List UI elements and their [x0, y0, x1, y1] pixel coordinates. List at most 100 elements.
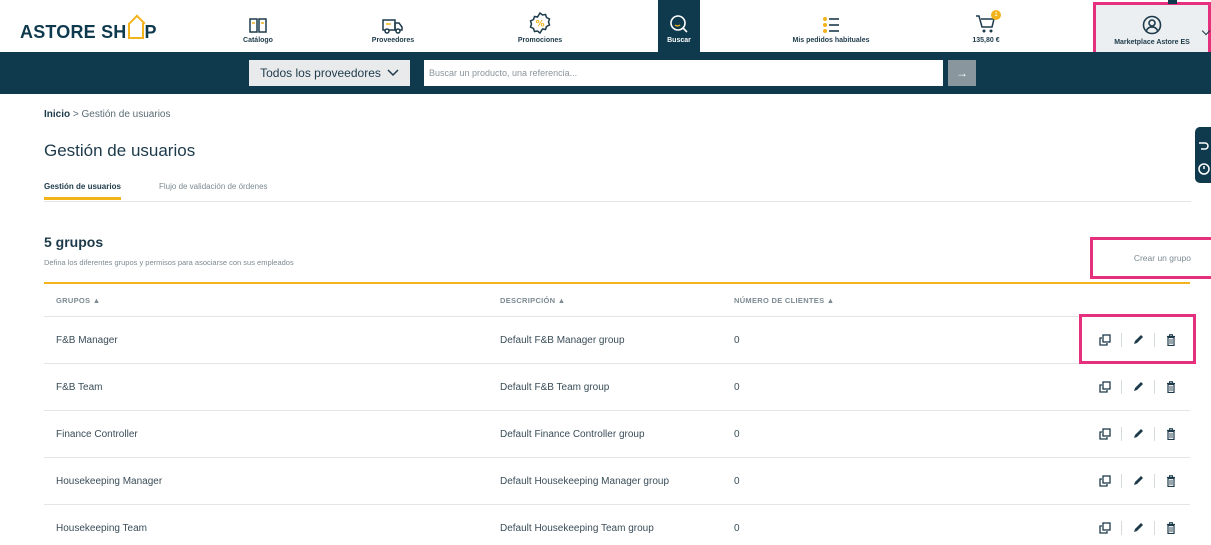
column-header-grupos[interactable]: GRUPOS ▲ [56, 296, 100, 305]
row-actions [1098, 472, 1178, 490]
nav-buscar[interactable]: Buscar [658, 0, 700, 52]
trash-icon[interactable] [1164, 474, 1178, 488]
trash-icon[interactable] [1164, 521, 1178, 535]
edit-pencil-icon[interactable] [1131, 427, 1145, 441]
action-divider [1154, 333, 1155, 347]
user-circle-icon [1142, 15, 1162, 35]
table-row: Housekeeping Manager Default Housekeepin… [44, 458, 1190, 505]
copy-icon[interactable] [1098, 521, 1112, 535]
page-title: Gestión de usuarios [44, 141, 196, 160]
percent-badge-icon: % [529, 12, 551, 34]
action-divider [1121, 521, 1122, 535]
nav-proveedores[interactable]: Proveedores [358, 0, 428, 52]
action-divider [1154, 474, 1155, 488]
search-icon [670, 15, 688, 33]
groups-count-title: 5 grupos [44, 234, 104, 250]
trash-icon[interactable] [1164, 333, 1178, 347]
arrow-right-icon: → [956, 66, 968, 80]
chevron-down-icon [387, 69, 399, 77]
group-description: Default Housekeeping Team group [500, 523, 654, 534]
edit-pencil-icon[interactable] [1131, 380, 1145, 394]
table-row: Finance Controller Default Finance Contr… [44, 411, 1190, 458]
group-client-count: 0 [734, 429, 740, 440]
breadcrumb: Inicio > Gestión de usuarios [44, 109, 170, 120]
group-name: Finance Controller [56, 429, 138, 440]
nav-proveedores-label: Proveedores [371, 37, 415, 44]
nav-promociones[interactable]: % Promociones [505, 0, 575, 52]
action-divider [1121, 380, 1122, 394]
list-icon [823, 17, 839, 33]
group-name: F&B Team [56, 382, 103, 393]
breadcrumb-home[interactable]: Inicio [44, 109, 70, 120]
help-icon [1198, 142, 1210, 175]
trash-icon[interactable] [1164, 380, 1178, 394]
group-client-count: 0 [734, 382, 740, 393]
group-description: Default F&B Team group [500, 382, 610, 393]
nav-cart[interactable]: 1 135,80 € [966, 0, 1006, 52]
row-actions [1098, 519, 1178, 537]
supplier-select-label: Todos los proveedores [260, 66, 381, 80]
supplier-select[interactable]: Todos los proveedores [249, 60, 410, 86]
tab-bar: Gestión de usuarios Flujo de validación … [44, 182, 1191, 202]
trash-icon[interactable] [1164, 427, 1178, 441]
top-header: ASTORE SH P Catálogo Proveedores % Promoc… [0, 0, 1211, 55]
search-input[interactable]: Buscar un producto, una referencia... [424, 60, 943, 86]
create-group-label: Crear un grupo [1133, 253, 1191, 263]
svg-text:%: % [535, 20, 544, 30]
group-client-count: 0 [734, 523, 740, 534]
search-placeholder: Buscar un producto, una referencia... [429, 68, 578, 78]
group-client-count: 0 [734, 476, 740, 487]
cart-badge: 1 [991, 10, 1001, 20]
action-divider [1154, 380, 1155, 394]
group-description: Default Finance Controller group [500, 429, 645, 440]
row-actions [1098, 425, 1178, 443]
search-bar: Todos los proveedores Buscar un producto… [0, 52, 1211, 94]
group-description: Default F&B Manager group [500, 335, 625, 346]
nav-catalogo-label: Catálogo [243, 37, 273, 44]
copy-icon[interactable] [1098, 333, 1112, 347]
row-actions [1098, 331, 1178, 349]
breadcrumb-current: Gestión de usuarios [81, 109, 171, 120]
logo-o-icon [127, 23, 144, 39]
account-menu[interactable]: Marketplace Astore ES [1093, 2, 1211, 55]
side-help-widget[interactable] [1195, 127, 1211, 183]
copy-icon[interactable] [1098, 474, 1112, 488]
tab-gestion-usuarios[interactable]: Gestión de usuarios [44, 182, 121, 200]
column-header-descripcion[interactable]: DESCRIPCIÓN ▲ [500, 296, 566, 305]
column-header-clientes[interactable]: NÚMERO DE CLIENTES ▲ [734, 296, 835, 305]
truck-icon [382, 19, 403, 34]
edit-pencil-icon[interactable] [1131, 333, 1145, 347]
search-submit-button[interactable]: → [948, 60, 976, 86]
action-divider [1154, 427, 1155, 441]
group-name: Housekeeping Team [56, 523, 147, 534]
group-client-count: 0 [734, 335, 740, 346]
edit-pencil-icon[interactable] [1131, 474, 1145, 488]
action-divider [1154, 521, 1155, 535]
edit-pencil-icon[interactable] [1131, 521, 1145, 535]
copy-icon[interactable] [1098, 380, 1112, 394]
nav-catalogo[interactable]: Catálogo [228, 0, 288, 52]
corner-decoration [1168, 0, 1177, 4]
row-actions [1098, 378, 1178, 396]
cart-total-label: 135,80 € [972, 37, 1000, 44]
account-label: Marketplace Astore ES [1114, 39, 1190, 46]
table-row: F&B Manager Default F&B Manager group 0 [44, 317, 1190, 364]
nav-mis-pedidos-label: Mis pedidos habituales [792, 37, 870, 44]
action-divider [1121, 333, 1122, 347]
tab-flujo-validacion[interactable]: Flujo de validación de órdenes [159, 182, 268, 199]
group-name: Housekeeping Manager [56, 476, 163, 487]
copy-icon[interactable] [1098, 427, 1112, 441]
action-divider [1121, 427, 1122, 441]
breadcrumb-separator: > [72, 109, 79, 120]
create-group-button[interactable]: Crear un grupo [1090, 237, 1211, 279]
groups-table: GRUPOS ▲ DESCRIPCIÓN ▲ NÚMERO DE CLIENTE… [44, 282, 1190, 545]
nav-promociones-label: Promociones [517, 37, 563, 44]
table-body: F&B Manager Default F&B Manager group 0 … [44, 317, 1190, 545]
table-header: GRUPOS ▲ DESCRIPCIÓN ▲ NÚMERO DE CLIENTE… [44, 284, 1190, 317]
group-description: Default Housekeeping Manager group [500, 476, 669, 487]
nav-mis-pedidos[interactable]: Mis pedidos habituales [786, 0, 876, 52]
logo[interactable]: ASTORE SH P [20, 22, 157, 43]
group-name: F&B Manager [56, 335, 118, 346]
book-icon [249, 18, 267, 33]
action-divider [1121, 474, 1122, 488]
